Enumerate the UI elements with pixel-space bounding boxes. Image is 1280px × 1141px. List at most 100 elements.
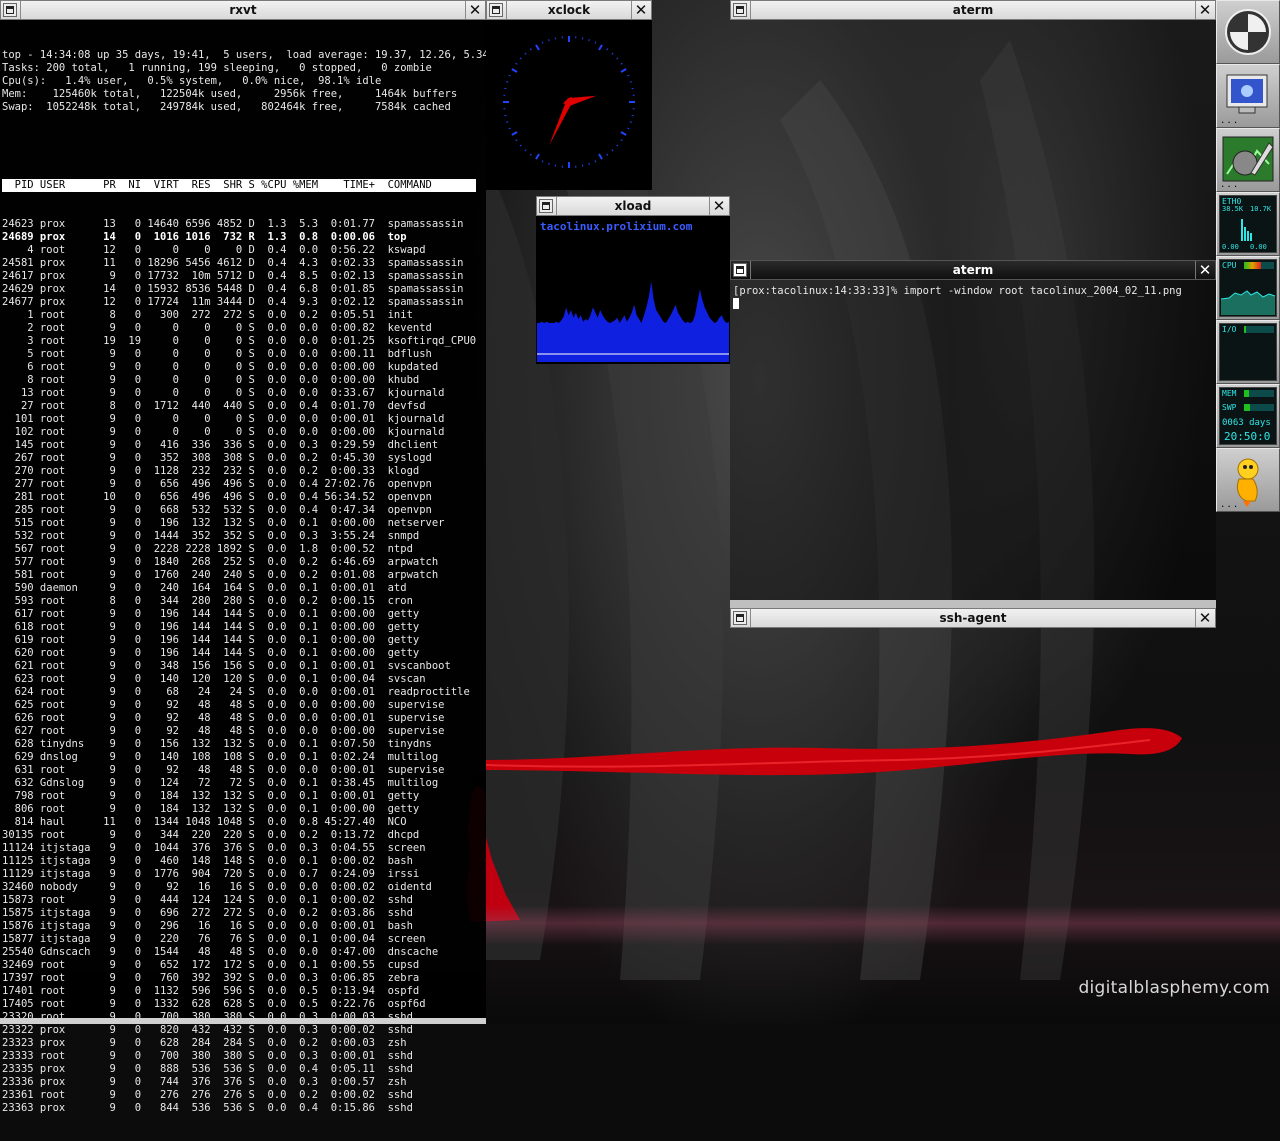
clock-tick	[520, 145, 521, 146]
process-row: 515 root 9 0 196 132 132 S 0.0 0.1 0:00.…	[2, 517, 484, 530]
aterm-window[interactable]: aterm ✕ [prox:tacolinux:14:33:33]% impor…	[730, 260, 1216, 608]
cpu-monitor-panel: CPU	[1219, 259, 1277, 317]
net-rx-peak: 0.00	[1222, 243, 1239, 251]
process-row: 17405 root 9 0 1332 628 628 S 0.0 0.5 0:…	[2, 998, 484, 1011]
top-output: top - 14:34:08 up 35 days, 19:41, 5 user…	[2, 23, 484, 1141]
clock-tick	[525, 150, 526, 151]
clock-tick	[627, 75, 629, 76]
dock-app-paint[interactable]: ...	[1216, 128, 1280, 192]
aterm-resize-bar[interactable]	[730, 600, 1216, 608]
process-row: 623 root 9 0 140 120 120 S 0.0 0.1 0:00.…	[2, 673, 484, 686]
ssh-agent-titlebar[interactable]: ssh-agent ✕	[730, 608, 1216, 628]
top-summary: top - 14:34:08 up 35 days, 19:41, 5 user…	[2, 49, 484, 114]
xload-window[interactable]: xload ✕ tacolinux.prolixium.com	[536, 196, 730, 364]
process-row: 17397 root 9 0 760 392 392 S 0.0 0.3 0:0…	[2, 972, 484, 985]
dock-app-windowmaker[interactable]	[1216, 0, 1280, 64]
uptime-days: 0063 days	[1222, 418, 1271, 428]
process-row: 581 root 9 0 1760 240 240 S 0.0 0.2 0:01…	[2, 569, 484, 582]
process-row: 24689 prox 14 0 1016 1016 732 R 1.3 0.8 …	[2, 231, 484, 244]
aterm-titlebar[interactable]: aterm ✕	[730, 260, 1216, 280]
xload-titlebar[interactable]: xload ✕	[536, 196, 730, 216]
terminal-console[interactable]: [prox:tacolinux:14:33:33]% import -windo…	[733, 285, 1182, 309]
clock-tick	[530, 154, 531, 156]
clock-tick	[589, 163, 590, 165]
window-menu-button[interactable]	[733, 611, 747, 625]
mem-usage-bar	[1244, 390, 1274, 397]
cpu-label: CPU	[1222, 261, 1236, 270]
process-row: 30135 root 9 0 344 220 220 S 0.0 0.2 0:1…	[2, 829, 484, 842]
ssh-agent-window-shaded[interactable]: ssh-agent ✕	[730, 608, 1216, 632]
close-button[interactable]: ✕	[467, 2, 483, 18]
clock-tick	[530, 49, 531, 51]
process-row: 32469 root 9 0 652 172 172 S 0.0 0.1 0:0…	[2, 959, 484, 972]
dock-app-monitor[interactable]: ...	[1216, 64, 1280, 128]
net-monitor-panel: ETH0 38.5K 10.7K 0.00 0.00	[1219, 195, 1277, 253]
xclock-titlebar[interactable]: xclock ✕	[486, 0, 652, 20]
process-row: 577 root 9 0 1840 268 252 S 0.0 0.2 6:46…	[2, 556, 484, 569]
process-row: 798 root 9 0 184 132 132 S 0.0 0.1 0:00.…	[2, 790, 484, 803]
process-row: 620 root 9 0 196 144 144 S 0.0 0.1 0:00.…	[2, 647, 484, 660]
clock-face	[486, 20, 652, 190]
close-button[interactable]: ✕	[1197, 2, 1213, 18]
clock-tick	[630, 122, 632, 123]
clock-tick	[589, 39, 590, 41]
xclock-window[interactable]: xclock ✕	[486, 0, 652, 190]
close-button[interactable]: ✕	[1197, 262, 1213, 278]
swap-usage-bar	[1244, 404, 1274, 411]
window-menu-button[interactable]	[733, 3, 747, 17]
close-button[interactable]: ✕	[633, 2, 649, 18]
clock-tick	[621, 140, 623, 141]
process-row: 267 root 9 0 352 308 308 S 0.0 0.2 0:45.…	[2, 452, 484, 465]
process-row: 624 root 9 0 68 24 24 S 0.0 0.0 0:00.01 …	[2, 686, 484, 699]
clock-tick	[630, 82, 632, 83]
app-dots: ...	[1220, 500, 1239, 510]
process-row: 3 root 19 19 0 0 0 S 0.0 0.0 0:01.25 kso…	[2, 335, 484, 348]
process-row: 15876 itjstaga 9 0 296 16 16 S 0.0 0.0 0…	[2, 920, 484, 933]
window-maker-dock: ... ... ETH0 38.5K 10.7K 0.00 0.00	[1216, 0, 1280, 512]
dock-app-pidgin[interactable]: ...	[1216, 448, 1280, 512]
cpu-graph	[1221, 273, 1275, 315]
process-row: 1 root 8 0 300 272 272 S 0.0 0.2 0:05.51…	[2, 309, 484, 322]
app-dots: ...	[1220, 116, 1239, 126]
process-row: 629 dnslog 9 0 140 108 108 S 0.0 0.1 0:0…	[2, 751, 484, 764]
window-menu-button[interactable]	[489, 3, 503, 17]
rxvt-scrollbar[interactable]	[0, 1018, 486, 1024]
window-menu-button[interactable]	[539, 199, 553, 213]
window-title: aterm	[753, 2, 1193, 19]
io-usage-fill	[1244, 326, 1246, 333]
process-row: 23335 prox 9 0 888 536 536 S 0.0 0.4 0:0…	[2, 1063, 484, 1076]
mem-label: MEM	[1222, 389, 1236, 398]
process-row: 15875 itjstaga 9 0 696 272 272 S 0.0 0.2…	[2, 907, 484, 920]
process-row: 281 root 10 0 656 496 496 S 0.0 0.4 56:3…	[2, 491, 484, 504]
window-menu-button[interactable]	[3, 3, 17, 17]
clock-tick	[621, 132, 626, 135]
clock-tick	[617, 58, 618, 59]
process-row: 590 daemon 9 0 240 164 164 S 0.0 0.1 0:0…	[2, 582, 484, 595]
clock-tick	[627, 128, 629, 129]
dock-app-io-monitor[interactable]: I/O	[1216, 320, 1280, 384]
cpu-usage-bar	[1244, 262, 1274, 269]
clock-tick	[621, 69, 626, 72]
load-area	[537, 281, 729, 362]
process-row: 27 root 8 0 1712 440 440 S 0.0 0.4 0:01.…	[2, 400, 484, 413]
dock-app-mem-monitor[interactable]: MEM SWP 0063 days 20:50:0	[1216, 384, 1280, 448]
rxvt-window[interactable]: rxvt ✕ top - 14:34:08 up 35 days, 19:41,…	[0, 0, 486, 1024]
process-row: 4 root 12 0 0 0 0 D 0.4 0.0 0:56.22 kswa…	[2, 244, 484, 257]
process-row: 806 root 9 0 184 132 132 S 0.0 0.1 0:00.…	[2, 803, 484, 816]
top-summary-line: Cpu(s): 1.4% user, 0.5% system, 0.0% nic…	[2, 75, 484, 88]
close-button[interactable]: ✕	[711, 198, 727, 214]
close-button[interactable]: ✕	[1197, 610, 1213, 626]
io-monitor-panel: I/O	[1219, 323, 1277, 381]
aterm-window-shaded[interactable]: aterm ✕	[730, 0, 1216, 24]
clock-tick	[612, 53, 613, 54]
dock-app-cpu-monitor[interactable]: CPU	[1216, 256, 1280, 320]
rxvt-titlebar[interactable]: rxvt ✕	[0, 0, 486, 20]
aterm-titlebar[interactable]: aterm ✕	[730, 0, 1216, 20]
process-row: 25540 Gdnscach 9 0 1544 48 48 S 0.0 0.0 …	[2, 946, 484, 959]
clock-tick	[509, 75, 511, 76]
process-row: 24629 prox 14 0 15932 8536 5448 D 0.4 6.…	[2, 283, 484, 296]
process-row: 5 root 9 0 0 0 0 S 0.0 0.0 0:00.11 bdflu…	[2, 348, 484, 361]
process-row: 621 root 9 0 348 156 156 S 0.0 0.1 0:00.…	[2, 660, 484, 673]
window-menu-button[interactable]	[733, 263, 747, 277]
dock-app-net-monitor[interactable]: ETH0 38.5K 10.7K 0.00 0.00	[1216, 192, 1280, 256]
